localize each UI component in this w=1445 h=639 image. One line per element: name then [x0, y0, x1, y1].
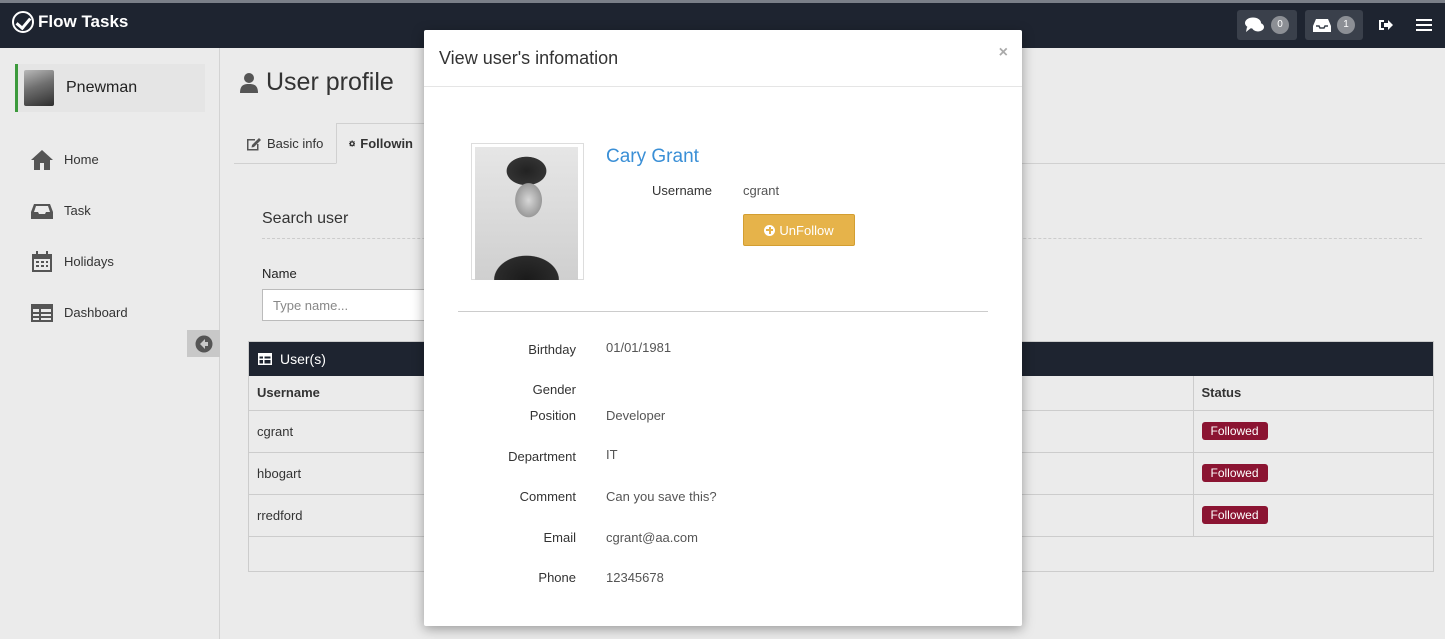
detail-value: Developer	[606, 408, 666, 423]
detail-label: Position	[529, 408, 576, 423]
detail-label: Phone	[538, 570, 576, 585]
plus-circle-icon	[764, 224, 776, 236]
username-label: Username	[652, 183, 712, 198]
user-full-name: Cary Grant	[606, 146, 699, 167]
close-icon[interactable]: ×	[999, 44, 1008, 62]
detail-label: Department	[508, 449, 576, 464]
detail-label: Email	[543, 530, 576, 545]
user-photo-frame	[471, 143, 584, 280]
detail-label: Birthday	[528, 342, 576, 357]
user-photo	[475, 147, 578, 280]
username-value: cgrant	[743, 183, 780, 198]
detail-value: 12345678	[606, 570, 664, 585]
unfollow-button-label: UnFollow	[779, 222, 834, 238]
detail-value: Can you save this?	[606, 489, 717, 504]
modal-header: View user's infomation ×	[424, 30, 1022, 87]
detail-value: 01/01/1981	[606, 340, 672, 355]
user-info-modal: View user's infomation × Cary Grant User…	[424, 30, 1022, 626]
detail-value: IT	[606, 447, 618, 462]
detail-label: Gender	[532, 382, 576, 397]
detail-value: cgrant@aa.com	[606, 530, 698, 545]
modal-title: View user's infomation	[439, 48, 619, 68]
divider	[458, 311, 988, 312]
unfollow-button[interactable]: UnFollow	[743, 214, 855, 246]
detail-label: Comment	[519, 489, 576, 504]
